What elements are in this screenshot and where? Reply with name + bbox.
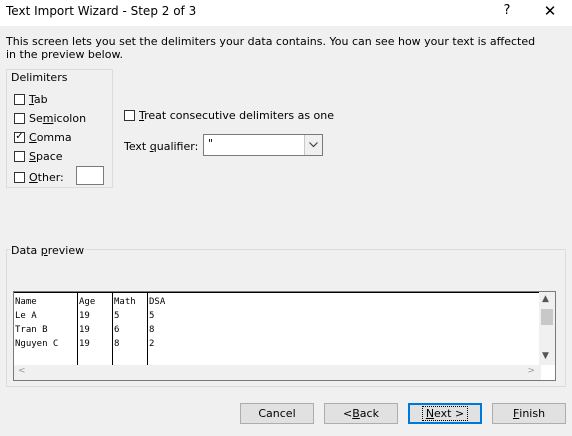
scroll-left-icon[interactable]: < [18, 366, 26, 376]
delimiter-label: Tab [29, 92, 48, 106]
delimiter-label: Semicolon [29, 111, 87, 125]
checkmark-icon[interactable]: ✓ [14, 131, 25, 143]
preview-cell: Tran B [15, 325, 48, 335]
delimiter-label: Comma [29, 130, 72, 144]
back-button[interactable]: < Back [324, 403, 398, 424]
scroll-right-icon[interactable]: > [527, 366, 535, 376]
delimiter-label: Other: [29, 170, 64, 184]
dialog-title: Text Import Wizard - Step 2 of 3 [6, 4, 197, 18]
preview-cell: 6 [114, 325, 120, 335]
close-button[interactable]: ✕ [540, 2, 560, 20]
column-separator [77, 293, 78, 365]
delimiter-space-checkbox[interactable]: Space [14, 149, 63, 163]
preview-cell: 5 [114, 311, 120, 321]
delimiter-semicolon-checkbox[interactable]: Semicolon [14, 111, 86, 125]
delimiter-other-checkbox[interactable]: Other: [14, 170, 64, 184]
help-button[interactable]: ? [500, 3, 514, 18]
column-separator [112, 293, 113, 365]
preview-column-1[interactable]: Name Le A Tran B Nguyen C [15, 295, 58, 351]
preview-top-rule [14, 292, 541, 293]
scroll-thumb[interactable] [541, 309, 553, 325]
checkbox-box[interactable] [14, 112, 25, 124]
preview-cell: Math [114, 297, 136, 307]
preview-cell: Age [79, 297, 96, 307]
checkbox-box[interactable] [14, 150, 25, 162]
wizard-description: This screen lets you set the delimiters … [6, 35, 536, 61]
preview-cell: 19 [79, 311, 90, 321]
cancel-button[interactable]: Cancel [240, 403, 314, 424]
preview-cell: 2 [149, 339, 155, 349]
treat-consecutive-checkbox[interactable]: Treat consecutive delimiters as one [124, 109, 334, 122]
scroll-down-icon[interactable]: ▼ [542, 351, 549, 361]
checkbox-box[interactable] [14, 171, 25, 183]
data-preview-box[interactable]: Name Le A Tran B Nguyen C Age 19 19 19 Math 5 6 8… [13, 291, 556, 381]
preview-column-2[interactable]: Age 19 19 19 [79, 295, 95, 351]
next-button[interactable]: Next > [408, 403, 482, 424]
delimiter-comma-checkbox[interactable]: ✓ Comma [14, 130, 72, 144]
checkbox-box[interactable] [124, 110, 135, 121]
preview-cell: 19 [79, 339, 90, 349]
preview-cell: Le A [15, 311, 37, 321]
preview-cell: Name [15, 297, 37, 307]
delimiters-legend: Delimiters [10, 71, 69, 84]
column-separator [147, 293, 148, 365]
scroll-up-icon[interactable]: ▲ [542, 294, 549, 304]
preview-cell: 19 [79, 325, 90, 335]
text-qualifier-select[interactable]: " [203, 134, 323, 156]
data-preview-label: Data preview [10, 244, 86, 257]
preview-column-4[interactable]: DSA 5 8 2 [149, 295, 165, 351]
chevron-down-icon[interactable] [304, 135, 322, 155]
preview-cell: 8 [114, 339, 120, 349]
preview-cell: DSA [149, 297, 166, 307]
text-qualifier-label: Text qualifier: [124, 140, 199, 153]
preview-cell: 5 [149, 311, 155, 321]
title-bar: Text Import Wizard - Step 2 of 3 ? ✕ [0, 0, 572, 26]
treat-consecutive-label: Treat consecutive delimiters as one [139, 109, 335, 122]
text-qualifier-value: " [208, 137, 214, 150]
preview-column-3[interactable]: Math 5 6 8 [114, 295, 136, 351]
delimiter-tab-checkbox[interactable]: Tab [14, 92, 48, 106]
finish-button[interactable]: Finish [492, 403, 566, 424]
preview-cell: 8 [149, 325, 155, 335]
horizontal-scrollbar[interactable]: < > [14, 365, 541, 380]
delimiter-label: Space [29, 149, 63, 163]
checkbox-box[interactable] [14, 93, 25, 105]
preview-cell: Nguyen C [15, 339, 59, 349]
other-delimiter-input[interactable] [76, 166, 104, 185]
vertical-scrollbar[interactable]: ▲ ▼ [539, 292, 555, 365]
